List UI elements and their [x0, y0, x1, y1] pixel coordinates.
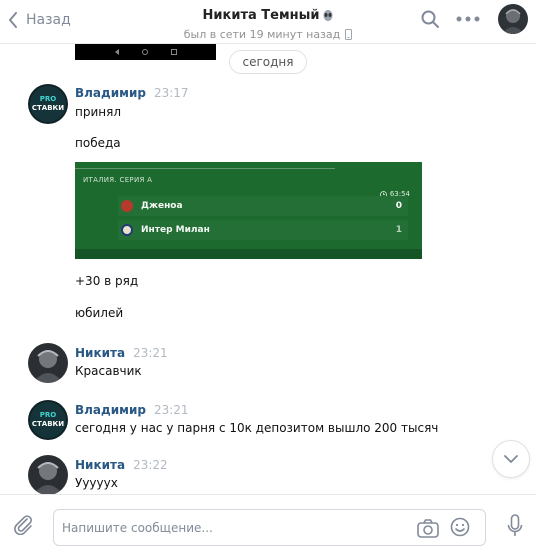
screenshot-navbar-fragment	[75, 44, 216, 60]
attachment-bottom-strip	[75, 249, 422, 259]
message-text: победа	[75, 136, 121, 150]
contact-title: Никита Темный	[203, 8, 334, 23]
team-name: Интер Милан	[141, 225, 210, 235]
avatar-logo-text-2: СТАВКИ	[32, 104, 64, 112]
chevron-down-icon	[504, 455, 518, 463]
team-row: Дженоа 0	[118, 196, 408, 216]
circle-home-icon	[141, 49, 148, 55]
message-header: Никита 23:22	[75, 458, 168, 472]
emoji-smile-icon[interactable]	[450, 517, 470, 537]
nikita-avatar[interactable]	[28, 455, 68, 495]
message-composer	[0, 494, 536, 550]
camera-icon[interactable]	[417, 518, 439, 538]
sender-name[interactable]: Владимир	[75, 403, 146, 417]
genoa-crest-icon	[121, 200, 133, 212]
contact-status: был в сети 19 минут назад	[184, 28, 353, 41]
message-text: принял	[75, 105, 121, 119]
triangle-back-icon	[114, 49, 119, 55]
message-text: Красавчик	[75, 364, 142, 378]
team-row: Интер Милан 1	[118, 220, 408, 240]
message-time: 23:21	[133, 346, 168, 360]
last-seen-text: был в сети 19 минут назад	[183, 28, 341, 41]
back-button[interactable]: Назад	[8, 9, 71, 31]
more-dots-icon[interactable]	[456, 16, 480, 22]
contact-info[interactable]: Никита Темный был в сети 19 минут назад	[140, 4, 396, 42]
mobile-icon	[345, 29, 353, 40]
inter-crest-icon	[121, 224, 133, 236]
message-header: Владимир 23:21	[75, 403, 189, 417]
alien-emoji-icon	[323, 9, 333, 21]
message-header: Владимир 23:17	[75, 86, 189, 100]
team-score: 1	[395, 225, 402, 235]
message-text: юбилей	[75, 306, 124, 320]
sender-name[interactable]: Владимир	[75, 86, 146, 100]
header-avatar[interactable]	[498, 4, 528, 34]
avatar-logo-text-2: СТАВКИ	[32, 420, 64, 428]
chat-header: Назад Никита Темный был в сети 19 минут …	[0, 0, 536, 44]
pro-stavki-avatar[interactable]: PRO СТАВКИ	[28, 84, 68, 124]
divider	[75, 168, 335, 169]
message-time: 23:22	[133, 458, 168, 472]
attach-clip-icon[interactable]	[12, 513, 34, 535]
message-input[interactable]	[62, 518, 402, 538]
avatar-logo-text-1: PRO	[40, 411, 57, 419]
message-time: 23:21	[153, 403, 189, 417]
message-text: +30 в ряд	[75, 274, 139, 288]
pro-stavki-avatar[interactable]: PRO СТАВКИ	[28, 400, 68, 440]
message-history: сегодня PRO СТАВКИ Владимир 23:17 принял …	[0, 44, 536, 495]
chevron-left-icon	[9, 12, 17, 28]
contact-name: Никита Темный	[202, 8, 320, 23]
date-separator: сегодня	[229, 50, 307, 74]
team-score: 0	[395, 201, 402, 211]
search-icon[interactable]	[421, 10, 439, 28]
message-time: 23:17	[153, 86, 189, 100]
microphone-icon[interactable]	[507, 514, 523, 538]
team-name: Дженоа	[141, 201, 183, 211]
back-label: Назад	[26, 12, 71, 28]
message-text: сегодня у нас у парня с 10к депозитом вы…	[75, 421, 439, 435]
sender-name[interactable]: Никита	[75, 458, 125, 472]
square-recent-icon	[170, 49, 177, 55]
league-label: ИТАЛИЯ. СЕРИЯ А	[83, 176, 153, 184]
message-header: Никита 23:21	[75, 346, 168, 360]
avatar-logo-text-1: PRO	[40, 95, 57, 103]
message-text: Ууууух	[75, 476, 118, 490]
sender-name[interactable]: Никита	[75, 346, 125, 360]
scroll-down-button[interactable]	[492, 440, 530, 478]
nikita-avatar[interactable]	[28, 343, 68, 383]
match-screenshot-attachment[interactable]: ИТАЛИЯ. СЕРИЯ А 63:54 Дженоа 0 Интер Мил…	[75, 162, 422, 259]
